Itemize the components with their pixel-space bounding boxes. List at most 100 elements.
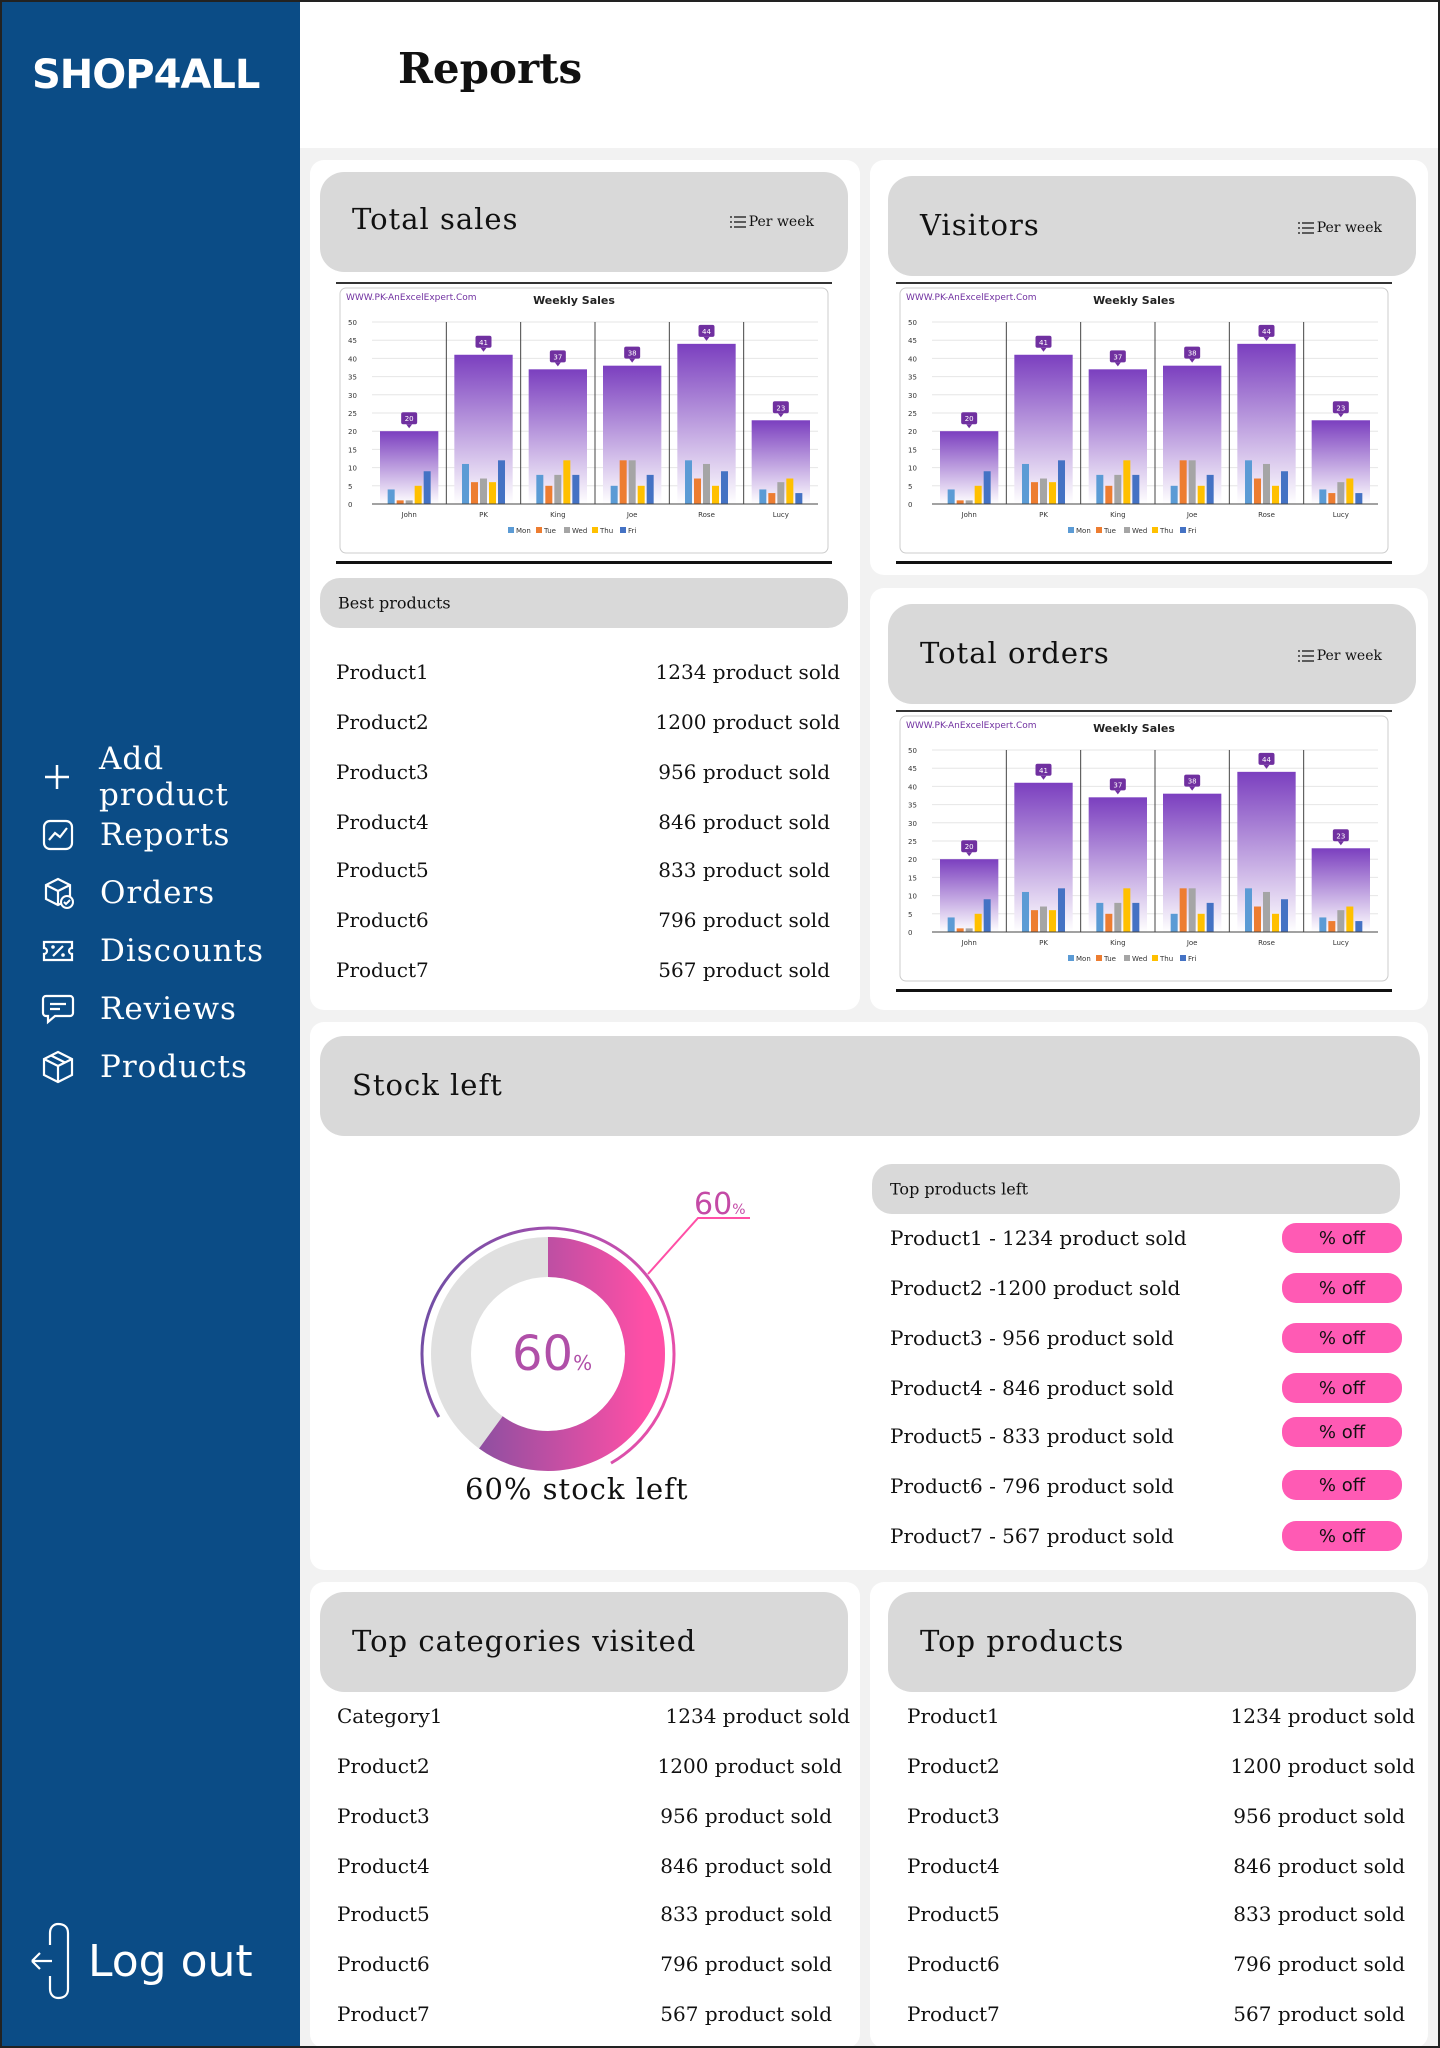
series-bar-mon	[1319, 917, 1327, 932]
list-item[interactable]: Product3 956 product sold	[907, 1804, 1415, 1834]
legend-label: Fri	[1188, 527, 1196, 535]
list-item[interactable]: Product4 - 846 product sold% off	[890, 1373, 1410, 1406]
list-item[interactable]: Product5 - 833 product sold% off	[890, 1417, 1410, 1454]
legend-label: Thu	[599, 527, 613, 535]
x-tick-label: Joe	[626, 511, 638, 519]
top-products-left-list: Product1 - 1234 product sold% off Produc…	[890, 1223, 1410, 1566]
sidebar-item-reviews[interactable]: Reviews	[36, 980, 300, 1038]
x-tick-label: John	[961, 939, 977, 947]
discount-button[interactable]: % off	[1282, 1223, 1402, 1253]
visitors-period-button[interactable]: Per week	[1297, 220, 1382, 236]
top-products-header: Top products	[888, 1592, 1416, 1692]
series-bar-mon	[1096, 902, 1104, 932]
list-item[interactable]: Product2 -1200 product sold% off	[890, 1273, 1410, 1306]
stock-donut-chart: 60% 60%	[420, 1187, 750, 1471]
list-item[interactable]: Category1 1234 product sold	[337, 1704, 850, 1734]
list-item[interactable]: Product1 1234 product sold	[907, 1704, 1415, 1734]
list-item[interactable]: Product5 833 product sold	[337, 1902, 850, 1932]
series-bar-wed	[405, 500, 413, 504]
list-item[interactable]: Product7 567 product sold	[337, 2002, 850, 2032]
total-data-label: 38	[1188, 350, 1197, 358]
chart-title: Weekly Sales	[533, 294, 615, 307]
list-item[interactable]: Product2 1200 product sold	[907, 1754, 1415, 1784]
legend-label: Mon	[1076, 955, 1091, 963]
series-bar-thu	[1272, 913, 1279, 932]
list-item[interactable]: Product6 - 796 product sold% off	[890, 1470, 1410, 1504]
x-tick-label: PK	[479, 511, 488, 519]
total-data-label: 41	[479, 339, 488, 347]
sidebar-item-orders[interactable]: Orders	[36, 864, 300, 922]
list-item[interactable]: Product5 833 product sold	[907, 1902, 1415, 1932]
box-check-icon	[36, 871, 80, 915]
y-tick-label: 5	[908, 483, 912, 491]
series-bar-mon	[610, 485, 618, 504]
logout-button[interactable]: Log out	[28, 1918, 253, 2004]
sidebar-item-label: Orders	[100, 875, 216, 911]
sidebar-item-reports[interactable]: Reports	[36, 806, 300, 864]
chart-site-label: WWW.PK-AnExcelExpert.Com	[906, 293, 1037, 303]
series-bar-wed	[1114, 474, 1122, 504]
list-item[interactable]: Product1 1234 product sold	[336, 660, 840, 690]
total-sales-header: Total sales Per week	[320, 172, 848, 272]
logout-icon	[31, 1922, 70, 2000]
series-bar-mon	[1096, 474, 1104, 504]
legend-swatch	[1152, 955, 1158, 961]
discount-button[interactable]: % off	[1282, 1521, 1402, 1551]
list-item[interactable]: Product6 796 product sold	[336, 908, 840, 938]
total-orders-card: Total orders Per week WWW.PK-AnExcelExpe…	[870, 588, 1428, 1010]
series-bar-wed	[1040, 906, 1047, 932]
series-bar-tue	[1328, 921, 1336, 932]
best-products-list: Product1 1234 product sold Product2 1200 p…	[336, 660, 840, 990]
top-categories-list: Category1 1234 product sold Product2 1200 …	[337, 1704, 850, 2044]
discount-button[interactable]: % off	[1282, 1273, 1402, 1303]
series-bar-fri	[983, 471, 991, 504]
list-item[interactable]: Product6 796 product sold	[337, 1952, 850, 1982]
list-item[interactable]: Product2 1200 product sold	[336, 710, 840, 740]
list-item[interactable]: Product4 846 product sold	[336, 810, 840, 840]
series-bar-thu	[974, 913, 982, 932]
series-bar-tue	[1179, 460, 1187, 504]
sidebar-item-products[interactable]: Products	[36, 1038, 300, 1096]
y-tick-label: 5	[908, 911, 912, 919]
total-data-label: 37	[1113, 781, 1122, 789]
list-item[interactable]: Product3 956 product sold	[337, 1804, 850, 1834]
list-item[interactable]: Product7 567 product sold	[907, 2002, 1415, 2032]
discount-button[interactable]: % off	[1282, 1373, 1402, 1403]
discount-button[interactable]: % off	[1282, 1323, 1402, 1353]
discount-button[interactable]: % off	[1282, 1470, 1402, 1500]
visitors-title: Visitors	[920, 208, 1040, 242]
list-item[interactable]: Product5 833 product sold	[336, 858, 840, 888]
series-bar-fri	[1206, 902, 1214, 932]
best-products-title: Best products	[338, 593, 451, 613]
legend-swatch	[1068, 527, 1074, 533]
list-item[interactable]: Product3 - 956 product sold% off	[890, 1323, 1410, 1356]
logout-label: Log out	[88, 1935, 253, 1987]
total-orders-period-button[interactable]: Per week	[1297, 648, 1382, 664]
list-item[interactable]: Product3 956 product sold	[336, 760, 840, 790]
sidebar-item-discounts[interactable]: Discounts	[36, 922, 300, 980]
list-item[interactable]: Product2 1200 product sold	[337, 1754, 850, 1784]
list-item[interactable]: Product7 - 567 product sold% off	[890, 1521, 1410, 1554]
y-tick-label: 30	[348, 392, 357, 400]
discount-button[interactable]: % off	[1282, 1417, 1402, 1447]
list-item[interactable]: Product1 - 1234 product sold% off	[890, 1223, 1410, 1256]
series-bar-fri	[572, 474, 580, 504]
sidebar: SHOP4ALL Add product Reports Orders Disc…	[0, 0, 300, 2048]
chart-site-label: WWW.PK-AnExcelExpert.Com	[906, 721, 1037, 731]
x-tick-label: Rose	[698, 511, 715, 519]
series-bar-mon	[536, 474, 544, 504]
cube-icon	[36, 1045, 80, 1089]
list-item[interactable]: Product4 846 product sold	[337, 1854, 850, 1884]
x-tick-label: Lucy	[773, 511, 789, 519]
total-sales-period-button[interactable]: Per week	[729, 214, 814, 230]
series-bar-fri	[1058, 888, 1065, 932]
total-orders-title: Total orders	[920, 636, 1110, 670]
series-bar-thu	[1123, 888, 1131, 932]
y-tick-label: 0	[908, 929, 912, 937]
sidebar-item-add-product[interactable]: Add product	[36, 741, 300, 813]
brand-logo[interactable]: SHOP4ALL	[32, 52, 260, 98]
total-data-label: 20	[965, 843, 974, 851]
list-item[interactable]: Product4 846 product sold	[907, 1854, 1415, 1884]
list-item[interactable]: Product7 567 product sold	[336, 958, 840, 988]
list-item[interactable]: Product6 796 product sold	[907, 1952, 1415, 1982]
